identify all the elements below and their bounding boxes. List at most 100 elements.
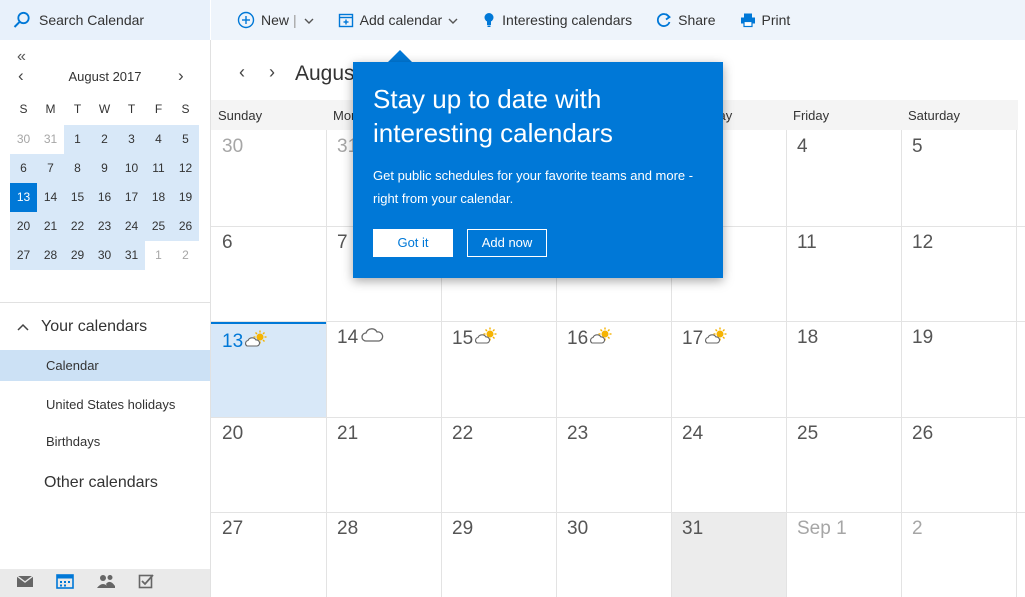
calendar-item-calendar[interactable]: Calendar [0,350,210,381]
mini-calendar-day[interactable]: 25 [145,212,172,241]
day-number: 30 [222,136,243,158]
mini-calendar-day[interactable]: 2 [91,125,118,154]
day-number: 16 [567,327,614,351]
mini-weekday-label: S [19,102,28,116]
mini-calendar-day[interactable]: 22 [64,212,91,241]
day-cell[interactable]: 20 [211,417,326,513]
grid-hline [211,321,1025,322]
mini-weekday-label: T [127,102,136,116]
day-cell[interactable]: 15 [441,321,556,417]
mini-calendar-day[interactable]: 20 [10,212,37,241]
day-number-text: 5 [912,136,923,157]
day-cell[interactable]: 14 [326,321,441,417]
mini-calendar-day[interactable]: 29 [64,241,91,270]
mini-calendar-day[interactable]: 30 [91,241,118,270]
mini-calendar-weekdays: SMTWTFS [10,102,199,116]
popup-caret [388,50,412,62]
day-cell[interactable]: 13 [211,321,326,417]
mini-calendar-day[interactable]: 8 [64,154,91,183]
mini-calendar-day[interactable]: 27 [10,241,37,270]
other-calendars-toggle[interactable]: Other calendars [44,474,158,492]
day-number: 24 [682,423,703,445]
day-number: Sep 1 [797,518,847,540]
calendar-module-icon[interactable] [56,573,74,594]
add-calendar-button[interactable]: Add calendar [338,12,459,28]
mini-calendar-day[interactable]: 5 [172,125,199,154]
day-cell[interactable]: 11 [786,226,901,322]
mini-calendar-day[interactable]: 1 [145,241,172,270]
day-number-text: 30 [567,518,589,539]
day-cell[interactable]: 17 [671,321,786,417]
day-cell[interactable]: 29 [441,512,556,597]
calendar-item-us-holidays[interactable]: United States holidays [0,389,210,420]
mini-calendar-day[interactable]: 14 [37,183,64,212]
day-cell[interactable]: 16 [556,321,671,417]
search-box[interactable]: Search Calendar [0,0,210,40]
mini-calendar-day[interactable]: 21 [37,212,64,241]
mini-calendar-day[interactable]: 12 [172,154,199,183]
mini-next-month-icon[interactable]: › [178,66,184,86]
day-cell[interactable]: 6 [211,226,326,322]
day-number-text: 20 [222,422,244,444]
mini-calendar-day[interactable]: 3 [118,125,145,154]
day-cell[interactable]: 22 [441,417,556,513]
mini-calendar-day[interactable]: 19 [172,183,199,212]
mini-calendar-day[interactable]: 15 [64,183,91,212]
interesting-calendars-label: Interesting calendars [502,12,633,28]
tasks-icon[interactable] [138,573,154,594]
mini-calendar-day[interactable]: 18 [145,183,172,212]
mini-calendar-day[interactable]: 30 [10,125,37,154]
new-button[interactable]: New | [237,11,314,29]
day-cell[interactable]: 30 [556,512,671,597]
next-month-icon[interactable]: › [269,62,275,83]
print-button[interactable]: Print [740,12,790,28]
mail-icon[interactable] [16,574,34,593]
day-cell[interactable]: 18 [786,321,901,417]
day-cell[interactable]: 4 [786,130,901,226]
left-divider [0,302,210,303]
mini-calendar-day[interactable]: 9 [91,154,118,183]
mini-weekday-label: T [73,102,82,116]
your-calendars-toggle[interactable]: Your calendars [17,318,147,336]
day-cell[interactable]: 2 [901,512,1016,597]
chevron-down-icon[interactable] [304,12,314,28]
share-button[interactable]: Share [656,12,716,28]
day-cell[interactable]: 12 [901,226,1016,322]
day-cell[interactable]: 21 [326,417,441,513]
mini-calendar-day[interactable]: 7 [37,154,64,183]
mini-calendar-day[interactable]: 2 [172,241,199,270]
got-it-button[interactable]: Got it [373,229,453,257]
mini-calendar-day[interactable]: 10 [118,154,145,183]
day-number: 18 [797,327,818,349]
day-cell[interactable]: 27 [211,512,326,597]
day-cell[interactable]: Sep 1 [786,512,901,597]
day-cell[interactable]: 19 [901,321,1016,417]
day-cell[interactable]: 23 [556,417,671,513]
day-cell[interactable]: 28 [326,512,441,597]
mini-calendar-day[interactable]: 28 [37,241,64,270]
mini-calendar-day[interactable]: 4 [145,125,172,154]
day-cell[interactable]: 5 [901,130,1016,226]
day-cell[interactable]: 24 [671,417,786,513]
mini-calendar-day[interactable]: 24 [118,212,145,241]
prev-month-icon[interactable]: ‹ [239,62,245,83]
day-cell[interactable]: 25 [786,417,901,513]
day-cell[interactable]: 31 [671,512,786,597]
mini-calendar-day[interactable]: 26 [172,212,199,241]
mini-calendar-day[interactable]: 31 [118,241,145,270]
collapse-pane-icon[interactable]: « [17,48,26,66]
people-icon[interactable] [96,573,116,594]
mini-calendar-day[interactable]: 1 [64,125,91,154]
mini-calendar-day[interactable]: 16 [91,183,118,212]
mini-calendar-day[interactable]: 6 [10,154,37,183]
mini-calendar-day[interactable]: 11 [145,154,172,183]
mini-calendar-day[interactable]: 23 [91,212,118,241]
mini-calendar-day[interactable]: 13 [10,183,37,212]
calendar-item-birthdays[interactable]: Birthdays [0,426,210,457]
add-now-button[interactable]: Add now [467,229,547,257]
mini-calendar-day[interactable]: 31 [37,125,64,154]
day-cell[interactable]: 26 [901,417,1016,513]
day-cell[interactable]: 30 [211,130,326,226]
mini-calendar-day[interactable]: 17 [118,183,145,212]
interesting-calendars-button[interactable]: Interesting calendars [482,12,632,28]
